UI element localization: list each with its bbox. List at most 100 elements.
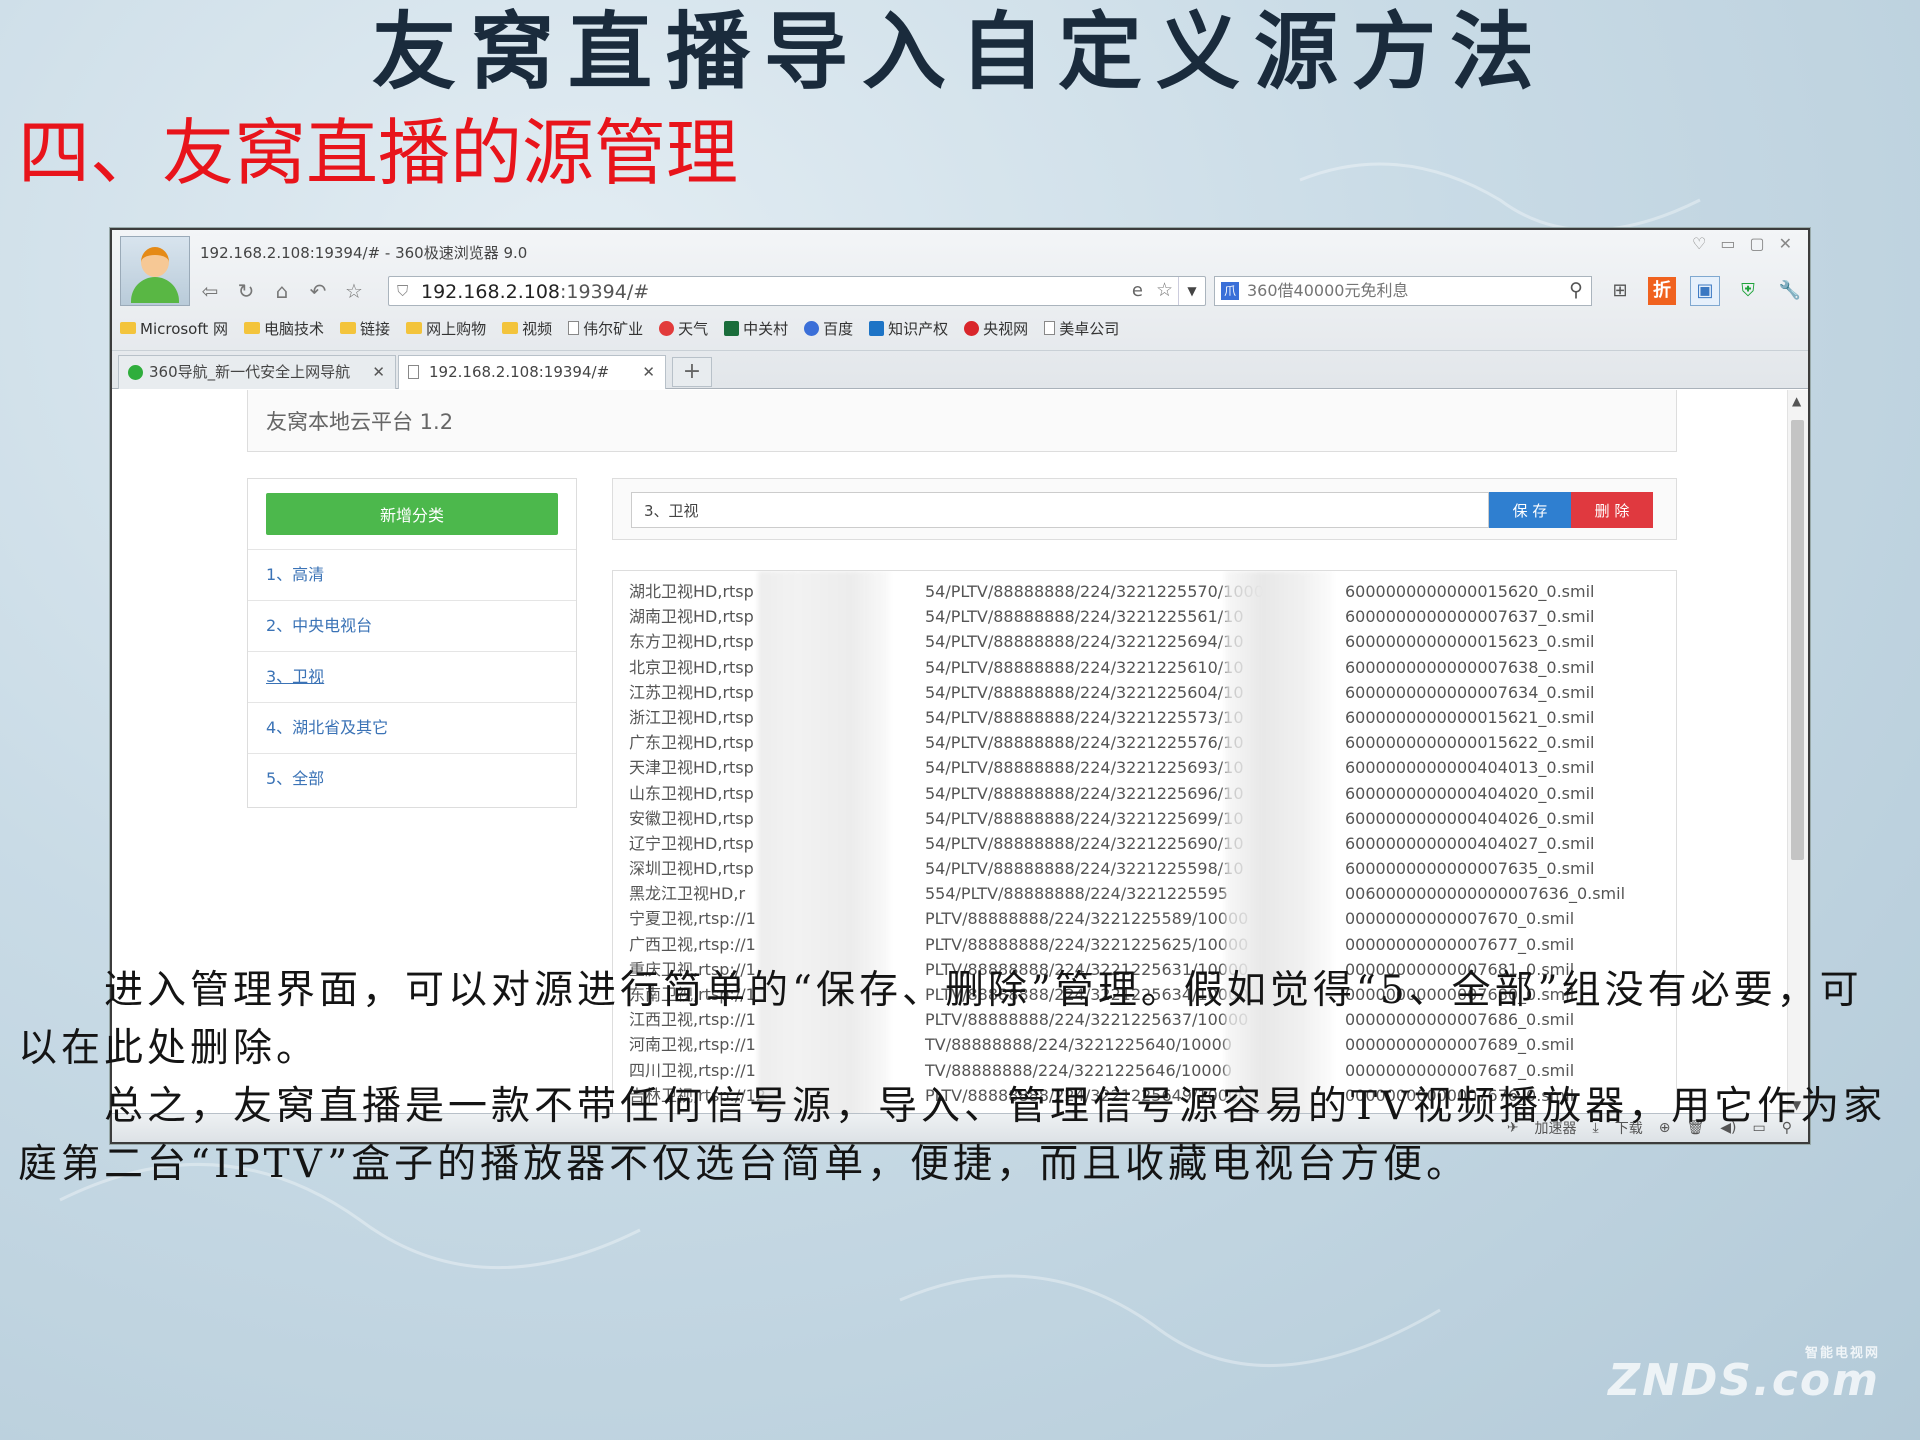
slide-title: 友窝直播导入自定义源方法 — [371, 2, 1548, 101]
window-controls: ♡ ▭ ▢ ✕ — [1692, 234, 1792, 253]
page-icon — [1044, 321, 1056, 335]
bookmark-item[interactable]: 美卓公司 — [1044, 318, 1119, 339]
source-name: 安徽卫视HD,rtsp — [629, 808, 754, 828]
source-name: 广西卫视,rtsp://1 — [629, 934, 756, 954]
window-title: 192.168.2.108:19394/# - 360极速浏览器 9.0 — [200, 244, 528, 262]
delete-button[interactable]: 删 除 — [1571, 492, 1653, 528]
cctv-icon — [964, 320, 980, 336]
address-url[interactable]: 192.168.2.108:19394/# — [421, 281, 649, 303]
watermark-logo: ZNDS.com — [1608, 1355, 1880, 1406]
source-tail: 6000000000000404027_0.smil — [1345, 833, 1595, 853]
address-bar[interactable]: ⛉ 192.168.2.108:19394/# e ☆ ▼ — [388, 276, 1206, 306]
source-name: 山东卫视HD,rtsp — [629, 783, 754, 803]
source-name: 宁夏卫视,rtsp://1 — [629, 909, 756, 929]
security-guard-icon[interactable]: ⛨ — [1734, 277, 1762, 305]
tab-current-page[interactable]: 192.168.2.108:19394/# ✕ — [398, 355, 666, 389]
scroll-up-icon[interactable]: ▲ — [1792, 394, 1801, 408]
category-item[interactable]: 1、高清 — [248, 549, 576, 600]
source-tail: 6000000000000404020_0.smil — [1345, 783, 1595, 803]
search-icon[interactable]: ⚲ — [1569, 279, 1583, 301]
bookmark-item[interactable]: 天气 — [659, 318, 708, 339]
source-tail: 6000000000000007637_0.smil — [1345, 607, 1595, 627]
discount-icon[interactable]: 折 — [1648, 277, 1676, 305]
bookmark-item[interactable]: Microsoft 网 — [120, 318, 228, 339]
source-mid: PLTV/88888888/224/3221225589/10000 — [925, 909, 1249, 929]
scroll-thumb[interactable] — [1791, 420, 1804, 860]
ie-mode-icon[interactable]: e — [1132, 280, 1143, 301]
bookmark-item[interactable]: 电脑技术 — [244, 318, 324, 339]
folder-icon — [406, 322, 423, 334]
ip-icon — [869, 320, 885, 336]
bookmarks-bar: Microsoft 网 电脑技术 链接 网上购物 视频 伟尔矿业 天气 中关村 百度 知识产权 央视… — [120, 314, 1119, 342]
user-avatar[interactable] — [120, 236, 190, 306]
tools-menu-icon[interactable]: 🔧 — [1776, 277, 1804, 305]
skin-icon[interactable]: ♡ — [1692, 234, 1706, 253]
refresh-icon[interactable]: ↻ — [234, 279, 258, 303]
search-engine-icon[interactable]: 爪 — [1221, 282, 1239, 300]
bookmark-star-icon[interactable]: ☆ — [1156, 279, 1173, 301]
bookmark-label: 网上购物 — [426, 319, 487, 338]
source-name: 湖北卫视HD,rtsp — [629, 582, 754, 601]
source-mid: 54/PLTV/88888888/224/3221225699/10 — [925, 808, 1244, 828]
search-box[interactable]: 爪 ⚲ — [1214, 276, 1592, 306]
bookmark-item[interactable]: 网上购物 — [406, 318, 486, 339]
source-mid: 54/PLTV/88888888/224/3221225690/10 — [925, 833, 1244, 853]
screenshot-icon[interactable]: ▣ — [1690, 276, 1720, 306]
360-logo-icon — [128, 365, 143, 380]
apps-grid-icon[interactable]: ⊞ — [1606, 277, 1634, 305]
minimize-icon[interactable]: ▭ — [1720, 234, 1735, 253]
source-name: 黑龙江卫视HD,r — [629, 884, 746, 904]
folder-icon — [502, 322, 519, 334]
back-icon[interactable]: ⇦ — [198, 279, 222, 303]
category-name-input[interactable] — [631, 492, 1489, 528]
category-item[interactable]: 4、湖北省及其它 — [248, 702, 576, 753]
source-mid: 554/PLTV/88888888/224/3221225595 — [925, 884, 1228, 904]
source-name: 东方卫视HD,rtsp — [629, 632, 754, 652]
source-tail: 6000000000000015622_0.smil — [1345, 733, 1595, 753]
category-sidebar: 新增分类 1、高清 2、中央电视台 3、卫视 4、湖北省及其它 5、全部 — [247, 478, 577, 808]
add-category-button[interactable]: 新增分类 — [266, 493, 558, 535]
folder-icon — [244, 322, 261, 334]
tab-close-icon[interactable]: ✕ — [372, 356, 385, 388]
source-name: 辽宁卫视HD,rtsp — [629, 833, 754, 853]
page-icon — [408, 365, 419, 379]
app-brand[interactable]: 友窝本地云平台 1.2 — [266, 406, 453, 436]
undo-close-icon[interactable]: ↶ — [306, 279, 330, 303]
source-tail: 6000000000000007634_0.smil — [1345, 682, 1595, 702]
bookmark-item[interactable]: 链接 — [340, 318, 390, 339]
address-dropdown-icon[interactable]: ▼ — [1178, 277, 1205, 305]
category-item[interactable]: 3、卫视 — [248, 651, 576, 702]
source-tail: 6000000000000404013_0.smil — [1345, 758, 1595, 778]
bookmark-item[interactable]: 知识产权 — [869, 318, 948, 339]
source-mid: 54/PLTV/88888888/224/3221225576/10 — [925, 733, 1244, 753]
source-tail: 6000000000000404026_0.smil — [1345, 808, 1595, 828]
maximize-icon[interactable]: ▢ — [1749, 234, 1764, 253]
new-tab-button[interactable]: + — [672, 357, 712, 387]
source-name: 北京卫视HD,rtsp — [629, 657, 754, 677]
save-button[interactable]: 保 存 — [1489, 492, 1571, 528]
source-tail: 6000000000000015623_0.smil — [1345, 632, 1595, 652]
tab-360-nav[interactable]: 360导航_新一代安全上网导航 ✕ — [118, 355, 396, 389]
app-header: 友窝本地云平台 1.2 — [247, 390, 1677, 452]
source-mid: 54/PLTV/88888888/224/3221225598/10 — [925, 859, 1244, 879]
source-name: 天津卫视HD,rtsp — [629, 758, 754, 778]
category-item[interactable]: 5、全部 — [248, 753, 576, 804]
bookmark-item[interactable]: 央视网 — [964, 318, 1028, 339]
source-mid: 54/PLTV/88888888/224/3221225696/10 — [925, 783, 1244, 803]
bookmark-item[interactable]: 中关村 — [724, 318, 788, 339]
source-mid: 54/PLTV/88888888/224/3221225561/10 — [925, 607, 1244, 627]
home-icon[interactable]: ⌂ — [270, 279, 294, 303]
source-tail: 0060000000000000007636_0.smil — [1345, 884, 1626, 904]
search-input[interactable] — [1245, 280, 1549, 301]
bookmark-item[interactable]: 百度 — [804, 318, 853, 339]
tab-close-icon[interactable]: ✕ — [642, 356, 655, 388]
bookmark-label: 天气 — [678, 319, 709, 338]
bookmark-label: 伟尔矿业 — [583, 319, 644, 338]
favorites-icon[interactable]: ☆ — [342, 279, 366, 303]
bookmark-label: 知识产权 — [888, 319, 949, 338]
bookmark-item[interactable]: 伟尔矿业 — [568, 318, 643, 339]
bookmark-item[interactable]: 视频 — [502, 318, 552, 339]
close-icon[interactable]: ✕ — [1779, 234, 1792, 253]
bookmark-label: 电脑技术 — [264, 319, 325, 338]
category-item[interactable]: 2、中央电视台 — [248, 600, 576, 651]
